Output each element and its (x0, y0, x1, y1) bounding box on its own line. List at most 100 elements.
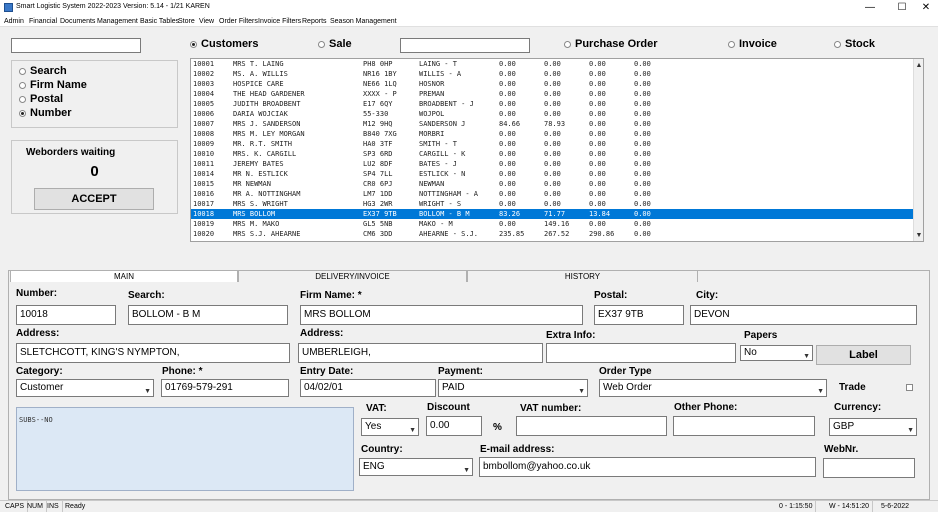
radio-sale[interactable] (318, 41, 325, 48)
customer-row[interactable]: 10004 THE HEAD GARDENER XXXX - P PREMAN 0.00… (191, 89, 923, 99)
customer-amount2: 0.00 (544, 190, 561, 198)
discount-field[interactable]: 0.00 (426, 416, 482, 436)
vat-number-field[interactable] (516, 416, 667, 436)
radio-postal[interactable] (19, 96, 26, 103)
customer-name: HOSPICE CARE (233, 80, 284, 88)
maximize-button[interactable]: ☐ (890, 1, 914, 15)
customer-postal: CR0 6PJ (363, 180, 393, 188)
customer-amount4: 0.00 (634, 120, 651, 128)
other-phone-field[interactable] (673, 416, 815, 436)
city-label: City: (696, 290, 719, 301)
list-scrollbar[interactable]: ▲ ▼ (913, 59, 923, 241)
extra-info-field[interactable] (546, 343, 736, 363)
sale-search-input[interactable] (400, 38, 530, 53)
minimize-button[interactable]: — (858, 1, 882, 15)
customer-row[interactable]: 10015 MR NEWMAN CR0 6PJ NEWMAN 0.00 0.00 0.00 0… (191, 179, 923, 189)
customer-row[interactable]: 10009 MR. R.T. SMITH HA0 3TF SMITH - T 0.00 0… (191, 139, 923, 149)
menu-management[interactable]: Management (97, 16, 138, 27)
label-button[interactable]: Label (816, 345, 911, 365)
customer-row[interactable]: 10005 JUDITH BROADBENT E17 6QY BROADBENT - … (191, 99, 923, 109)
payment-select[interactable]: PAID ▼ (438, 379, 588, 397)
customer-amount1: 0.00 (499, 200, 516, 208)
webnr-field[interactable] (823, 458, 915, 478)
customer-amount2: 0.00 (544, 140, 561, 148)
customer-row[interactable]: 10010 MRS. K. CARGILL SP3 6RD CARGILL - K 0.… (191, 149, 923, 159)
category-select[interactable]: Customer ▼ (16, 379, 154, 397)
customer-amount3: 0.00 (589, 180, 606, 188)
customer-amount1: 0.00 (499, 220, 516, 228)
tab-history[interactable]: HISTORY (467, 270, 698, 282)
papers-select[interactable]: No ▼ (740, 345, 813, 361)
customer-amount4: 0.00 (634, 80, 651, 88)
city-field[interactable]: DEVON (690, 305, 917, 325)
close-button[interactable]: ✕ (914, 1, 938, 15)
menu-view[interactable]: View (199, 16, 214, 27)
menu-store[interactable]: Store (178, 16, 195, 27)
customer-amount3: 290.86 (589, 230, 615, 238)
postal-field[interactable]: EX37 9TB (594, 305, 684, 325)
customer-row[interactable]: 10011 JEREMY BATES LU2 8DF BATES - J 0.00 0.0… (191, 159, 923, 169)
customer-number: 10018 (193, 210, 215, 218)
customer-row[interactable]: 10008 MRS M. LEY MORGAN B840 7XG MORBRI 0.00… (191, 129, 923, 139)
customer-row[interactable]: 10006 DARIA WOJCIAK 55-330 WOJPOL 0.00 0.00 0.… (191, 109, 923, 119)
radio-customers[interactable] (190, 41, 197, 48)
chevron-down-icon: ▼ (144, 388, 151, 395)
menu-season-management[interactable]: Season Management (330, 16, 397, 27)
customer-row[interactable]: 10016 MR A. NOTTINGHAM LM7 1DD NOTTINGHAM -… (191, 189, 923, 199)
accept-button[interactable]: ACCEPT (34, 188, 154, 210)
vat-select[interactable]: Yes ▼ (361, 418, 419, 436)
notes-textarea[interactable]: SUBS--NO (16, 407, 354, 491)
customer-row[interactable]: 10003 HOSPICE CARE NE66 1LQ HOSNOR 0.00 0.00 0… (191, 79, 923, 89)
country-select[interactable]: ENG ▼ (359, 458, 473, 476)
scroll-up-icon[interactable]: ▲ (914, 61, 924, 71)
radio-postal-label: Postal (30, 93, 64, 105)
radio-firm-name[interactable] (19, 82, 26, 89)
customer-list[interactable]: 10001 MRS T. LAING PH8 0HP LAING - T 0.00 0.0… (190, 58, 924, 242)
quick-search-input[interactable] (11, 38, 141, 53)
radio-search[interactable] (19, 68, 26, 75)
scroll-down-icon[interactable]: ▼ (914, 231, 924, 241)
menu-invoice-filters[interactable]: Invoice Filters (258, 16, 301, 27)
customer-amount3: 0.00 (589, 70, 606, 78)
currency-select[interactable]: GBP ▼ (829, 418, 917, 436)
customer-row[interactable]: 10018 MRS BOLLOM EX37 9TB BOLLOM - B M 83.26… (191, 209, 923, 219)
tab-delivery-invoice[interactable]: DELIVERY/INVOICE (238, 270, 467, 282)
menu-financial[interactable]: Financial (29, 16, 57, 27)
customer-row[interactable]: 10019 MRS M. MAKO GL5 5NB MAKO - M 0.00 149.1… (191, 219, 923, 229)
menu-basic-tables[interactable]: Basic Tables (140, 16, 179, 27)
customer-row[interactable]: 10017 MRS S. WRIGHT HG3 2WR WRIGHT - S 0.00 0… (191, 199, 923, 209)
radio-purchase-order[interactable] (564, 41, 571, 48)
customer-number: 10020 (193, 230, 215, 238)
customer-row[interactable]: 10007 MRS J. SANDERSON M12 9HQ SANDERSON J 8… (191, 119, 923, 129)
chevron-down-icon: ▼ (409, 427, 416, 434)
phone-field[interactable]: 01769-579-291 (161, 379, 289, 397)
tab-main[interactable]: MAIN (10, 270, 238, 282)
customer-row[interactable]: 10001 MRS T. LAING PH8 0HP LAING - T 0.00 0.0… (191, 59, 923, 69)
address2-field[interactable]: UMBERLEIGH, (298, 343, 543, 363)
customer-row[interactable]: 10020 MRS S.J. AHEARNE CM6 3DD AHEARNE - S.… (191, 229, 923, 239)
papers-label: Papers (744, 330, 778, 341)
firm-name-field[interactable]: MRS BOLLOM (300, 305, 583, 325)
window-title: Smart Logistic System 2022-2023 Version:… (16, 3, 210, 10)
customer-name: MRS BOLLOM (233, 210, 276, 218)
customer-amount4: 0.00 (634, 170, 651, 178)
menu-admin[interactable]: Admin (4, 16, 24, 27)
radio-invoice[interactable] (728, 41, 735, 48)
customer-amount3: 0.00 (589, 220, 606, 228)
trade-checkbox[interactable] (906, 384, 913, 391)
radio-stock[interactable] (834, 41, 841, 48)
email-field[interactable]: bmbollom@yahoo.co.uk (479, 457, 816, 477)
number-field[interactable]: 10018 (16, 305, 116, 325)
order-type-select[interactable]: Web Order ▼ (599, 379, 827, 397)
address1-field[interactable]: SLETCHCOTT, KING'S NYMPTON, (16, 343, 290, 363)
customer-amount3: 13.84 (589, 210, 611, 218)
customer-row[interactable]: 10014 MR N. ESTLICK SP4 7LL ESTLICK - N 0.00… (191, 169, 923, 179)
radio-number[interactable] (19, 110, 26, 117)
menu-reports[interactable]: Reports (302, 16, 327, 27)
customer-row[interactable]: 10002 MS. A. WILLIS NR16 1BY WILLIS - A 0.00… (191, 69, 923, 79)
entry-date-field[interactable]: 04/02/01 (300, 379, 436, 397)
menu-order-filters[interactable]: Order Filters (219, 16, 258, 27)
menu-documents[interactable]: Documents (60, 16, 95, 27)
customer-postal: HG3 2WR (363, 200, 393, 208)
search-field[interactable]: BOLLOM - B M (128, 305, 288, 325)
